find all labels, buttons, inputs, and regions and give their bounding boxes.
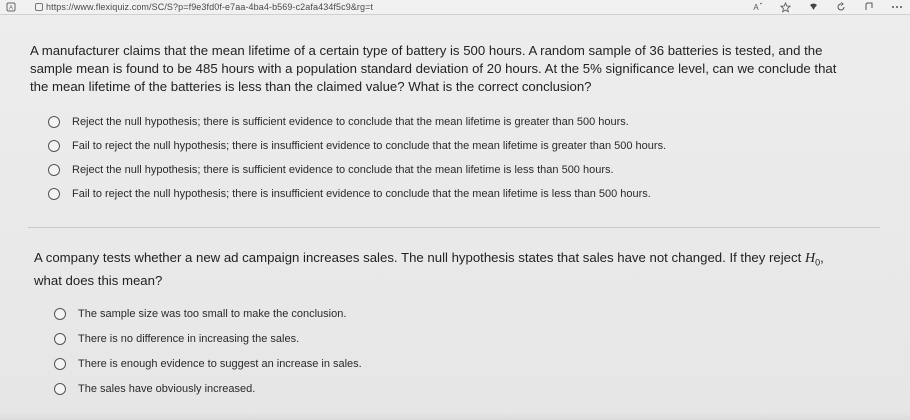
question-1: A manufacturer claims that the mean life…: [30, 42, 850, 206]
question-1-text: A manufacturer claims that the mean life…: [30, 43, 837, 94]
radio-button[interactable]: [48, 116, 60, 128]
svg-text:A: A: [753, 3, 759, 12]
favorite-star-icon[interactable]: [778, 1, 792, 13]
radio-button[interactable]: [54, 383, 66, 396]
question-2-options: The sample size was too small to make th…: [54, 302, 854, 402]
null-hypothesis-symbol: H: [804, 251, 816, 266]
radio-button[interactable]: [48, 140, 60, 152]
browser-toolbar: A https://www.flexiquiz.com/SC/S?p=f9e3f…: [0, 0, 910, 15]
question-1-options: Reject the null hypothesis; there is suf…: [48, 110, 850, 206]
question-2-text: A company tests whether a new ad campaig…: [34, 249, 854, 290]
radio-button[interactable]: [54, 358, 66, 371]
lock-icon[interactable]: [32, 1, 46, 13]
radio-button[interactable]: [54, 308, 66, 321]
answer-option-label[interactable]: There is enough evidence to suggest an i…: [78, 358, 362, 370]
answer-option-label[interactable]: Reject the null hypothesis; there is suf…: [72, 116, 629, 128]
answer-option-label[interactable]: The sales have obviously increased.: [78, 383, 255, 395]
answer-option-label[interactable]: The sample size was too small to make th…: [78, 308, 346, 320]
svg-text:A: A: [9, 6, 13, 12]
collections-icon[interactable]: [862, 1, 876, 13]
radio-button[interactable]: [48, 164, 60, 176]
radio-button[interactable]: [54, 333, 66, 346]
reader-icon[interactable]: A: [4, 1, 18, 13]
answer-option-label[interactable]: Fail to reject the null hypothesis; ther…: [72, 140, 666, 152]
answer-option-label[interactable]: There is no difference in increasing the…: [78, 333, 299, 345]
answer-option-label[interactable]: Reject the null hypothesis; there is suf…: [72, 164, 614, 176]
refresh-icon[interactable]: [834, 1, 848, 13]
url-text[interactable]: https://www.flexiquiz.com/SC/S?p=f9e3fd0…: [46, 2, 373, 12]
answer-option[interactable]: There is no difference in increasing the…: [54, 327, 854, 352]
answer-option-label[interactable]: Fail to reject the null hypothesis; ther…: [72, 188, 651, 200]
extension-icon[interactable]: [806, 1, 820, 13]
answer-option[interactable]: Fail to reject the null hypothesis; ther…: [48, 134, 850, 158]
read-aloud-icon[interactable]: A: [750, 1, 764, 13]
toolbar-actions: A: [750, 1, 904, 13]
answer-option[interactable]: The sample size was too small to make th…: [54, 302, 854, 327]
answer-option[interactable]: Reject the null hypothesis; there is suf…: [48, 110, 850, 134]
quiz-content: A manufacturer claims that the mean life…: [0, 15, 910, 420]
answer-option[interactable]: Fail to reject the null hypothesis; ther…: [48, 182, 850, 206]
radio-button[interactable]: [48, 188, 60, 200]
answer-option[interactable]: There is enough evidence to suggest an i…: [54, 352, 854, 377]
answer-option[interactable]: The sales have obviously increased.: [54, 377, 854, 402]
page-bottom-edge: [0, 412, 910, 420]
question-2: A company tests whether a new ad campaig…: [34, 249, 854, 402]
answer-option[interactable]: Reject the null hypothesis; there is suf…: [48, 158, 850, 182]
address-bar[interactable]: https://www.flexiquiz.com/SC/S?p=f9e3fd0…: [32, 1, 373, 13]
question-2-text-part: A company tests whether a new ad campaig…: [34, 250, 805, 265]
more-icon[interactable]: [890, 1, 904, 13]
question-divider: [28, 227, 880, 228]
